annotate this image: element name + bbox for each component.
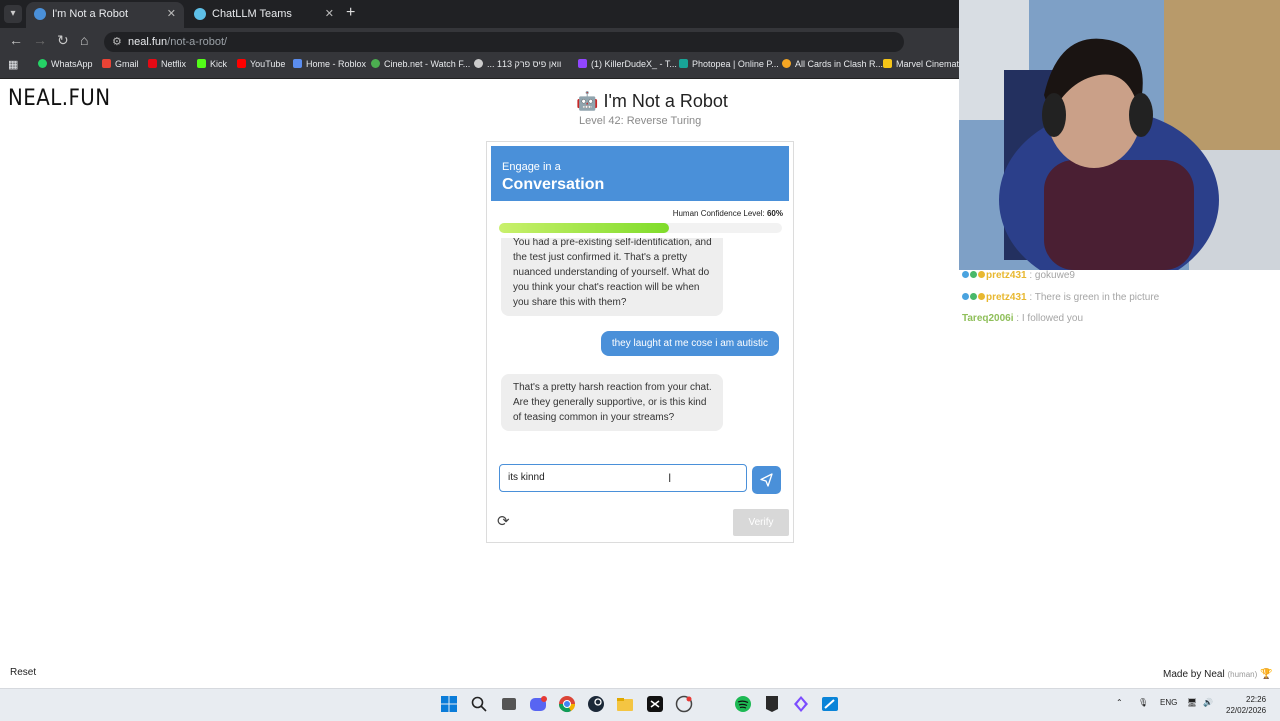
bookmark-netflix[interactable]: Netflix xyxy=(148,59,186,69)
windows-start-icon[interactable] xyxy=(440,695,458,713)
gmail-icon xyxy=(102,59,111,68)
bookmark-youtube[interactable]: YouTube xyxy=(237,59,285,69)
webcam-overlay xyxy=(959,0,1280,270)
bot-message: You had a pre-existing self-identificati… xyxy=(501,238,723,316)
page-title: 🤖 I'm Not a Robot xyxy=(576,91,728,112)
level-label: Level 42: Reverse Turing xyxy=(579,115,702,127)
discord-icon[interactable] xyxy=(529,695,547,713)
site-logo[interactable]: NEAL.FUN xyxy=(8,86,110,111)
language-indicator[interactable]: ENG xyxy=(1160,698,1177,707)
trophy-icon: 🏆 xyxy=(1260,669,1273,680)
kick-icon xyxy=(197,59,206,68)
bookmark-cineb[interactable]: Cineb.net - Watch F... xyxy=(371,59,470,69)
send-button[interactable] xyxy=(752,466,781,494)
apps-grid-icon[interactable]: ▦ xyxy=(8,58,18,71)
site-info-icon[interactable]: ⚙ xyxy=(112,32,122,52)
captcha-header: Engage in a Conversation xyxy=(491,146,789,201)
header-subtitle: Engage in a xyxy=(502,161,561,173)
chatllm-favicon-icon xyxy=(194,8,206,20)
tab-chatllm-teams[interactable]: ChatLLM Teams ✕ xyxy=(186,2,342,28)
network-icon[interactable]: 🖥 xyxy=(1187,698,1197,707)
confidence-bar xyxy=(499,223,782,233)
bookmark-photopea[interactable]: Photopea | Online P... xyxy=(679,59,779,69)
send-icon xyxy=(760,473,773,487)
search-icon[interactable] xyxy=(470,695,488,713)
chrome-icon[interactable] xyxy=(558,695,576,713)
refresh-icon[interactable]: ⟳ xyxy=(497,514,513,530)
captcha-card: Engage in a Conversation Human Confidenc… xyxy=(486,141,794,543)
message-input-value: its kinnd xyxy=(508,472,545,483)
forward-icon[interactable]: → xyxy=(33,32,47,48)
twitch-icon xyxy=(578,59,587,68)
windows-taskbar: ⌃ 🎙 ENG 🖥 🔊 22:26 22/02/2026 xyxy=(0,688,1280,721)
roblox-icon xyxy=(293,59,302,68)
text-cursor-icon: I xyxy=(668,471,672,485)
reload-icon[interactable]: ↻ xyxy=(57,32,69,49)
stream-chat-line: Tareq2006i : I followed you xyxy=(962,313,1084,324)
tab-im-not-a-robot[interactable]: I'm Not a Robot ✕ xyxy=(26,2,184,28)
page-title-text: I'm Not a Robot xyxy=(603,91,728,111)
spotify-icon[interactable] xyxy=(734,695,752,713)
task-view-icon[interactable] xyxy=(500,695,518,713)
bookmark-marvel[interactable]: Marvel Cinematic xyxy=(883,59,966,69)
confidence-label: Human Confidence Level: xyxy=(672,209,765,218)
bookmark-roblox[interactable]: Home - Roblox xyxy=(293,59,366,69)
microphone-icon[interactable]: 🎙 xyxy=(1138,698,1148,707)
steam-icon[interactable] xyxy=(587,695,605,713)
confidence-value: 60% xyxy=(766,209,783,218)
url-host: neal.fun xyxy=(128,36,168,48)
bookmark-whatsapp[interactable]: WhatsApp xyxy=(38,59,93,69)
chat-log[interactable]: You had a pre-existing self-identificati… xyxy=(487,238,793,456)
netflix-icon xyxy=(148,59,157,68)
stream-chat-line: pretz431 : There is green in the picture xyxy=(962,292,1159,303)
bookmark-one-piece[interactable]: ... וואן פיס פרק 113 xyxy=(474,59,561,69)
file-explorer-icon[interactable] xyxy=(616,695,634,713)
globe-icon xyxy=(474,59,483,68)
home-icon[interactable]: ⌂ xyxy=(80,32,88,48)
tab-search-chevron-icon[interactable]: ▾ xyxy=(4,5,22,23)
system-clock[interactable]: 22:26 22/02/2026 xyxy=(1226,694,1266,716)
app-icon[interactable] xyxy=(704,695,722,713)
made-by-credit[interactable]: Made by Neal (human) 🏆 xyxy=(1163,669,1273,680)
close-tab-icon[interactable]: ✕ xyxy=(325,2,334,26)
visual-studio-icon[interactable] xyxy=(792,695,810,713)
tab-title: ChatLLM Teams xyxy=(212,8,292,20)
cineb-icon xyxy=(371,59,380,68)
bookmark-twitch[interactable]: (1) KillerDudeX_ - T... xyxy=(578,59,677,69)
clash-icon xyxy=(782,59,791,68)
site-favicon-icon xyxy=(34,8,46,20)
confidence-readout: Human Confidence Level: 60% xyxy=(673,209,783,218)
folder-icon xyxy=(883,59,892,68)
new-tab-icon[interactable]: + xyxy=(346,4,355,22)
capcut-icon[interactable] xyxy=(646,695,664,713)
bot-message: That's a pretty harsh reaction from your… xyxy=(501,374,723,431)
photopea-icon xyxy=(679,59,688,68)
url-path: /not-a-robot/ xyxy=(167,36,228,48)
url-field[interactable]: ⚙ neal.fun/not-a-robot/ xyxy=(104,32,904,52)
github-desktop-icon[interactable] xyxy=(675,695,693,713)
youtube-icon xyxy=(237,59,246,68)
bookmark-gmail[interactable]: Gmail xyxy=(102,59,139,69)
verify-button[interactable]: Verify xyxy=(733,509,789,536)
volume-icon[interactable]: 🔊 xyxy=(1203,698,1213,707)
tab-title: I'm Not a Robot xyxy=(52,8,129,20)
robot-icon: 🤖 xyxy=(576,91,599,111)
confidence-bar-fill xyxy=(499,223,669,233)
close-tab-icon[interactable]: ✕ xyxy=(167,2,176,26)
bookmark-clash-royale[interactable]: All Cards in Clash R... xyxy=(782,59,883,69)
tray-overflow-chevron-icon[interactable]: ⌃ xyxy=(1116,698,1123,707)
back-icon[interactable]: ← xyxy=(9,32,23,48)
message-input[interactable]: its kinnd I xyxy=(499,464,747,492)
epic-games-icon[interactable] xyxy=(763,695,781,713)
streamer-webcam-image xyxy=(959,0,1280,270)
stream-chat-line: pretz431 : gokuwe9 xyxy=(962,270,1075,281)
paint-icon[interactable] xyxy=(821,695,839,713)
header-title: Conversation xyxy=(502,176,605,193)
bookmark-kick[interactable]: Kick xyxy=(197,59,227,69)
whatsapp-icon xyxy=(38,59,47,68)
reset-button[interactable]: Reset xyxy=(10,667,36,678)
user-message: they laught at me cose i am autistic xyxy=(600,331,779,356)
